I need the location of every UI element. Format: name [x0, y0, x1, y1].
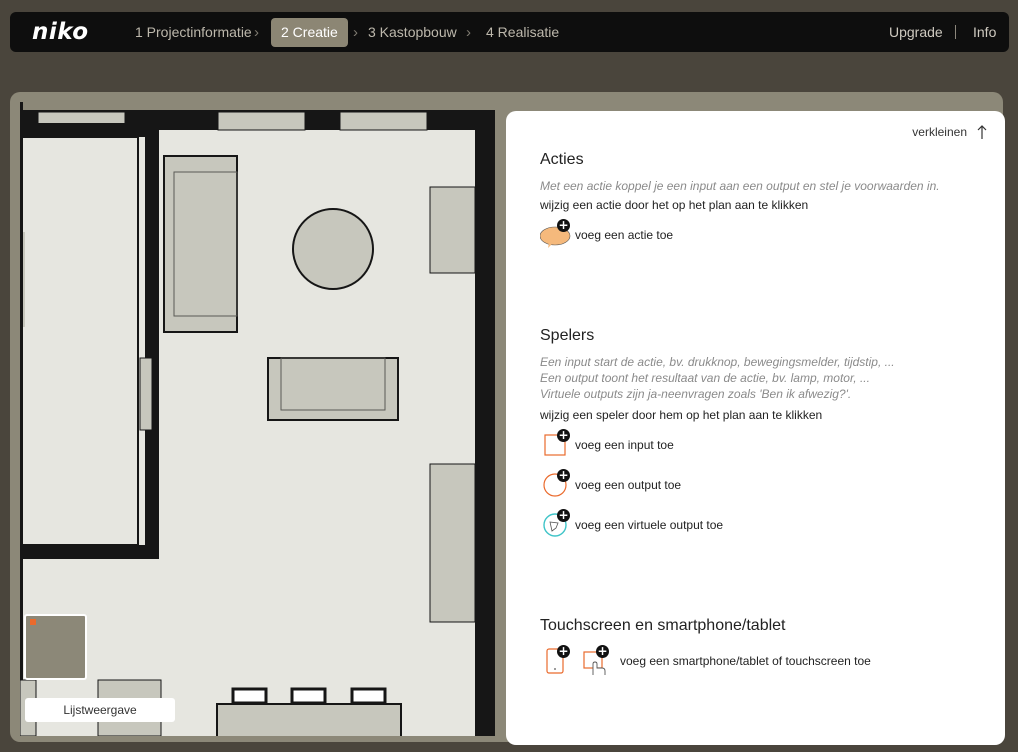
list-view-button[interactable]: Lijstweergave [25, 698, 175, 722]
info-link[interactable]: Info [973, 18, 996, 47]
thumbnail-marker [30, 619, 36, 625]
plus-icon: + [596, 644, 609, 658]
plus-icon: + [557, 428, 570, 442]
floor-plan-drawing [20, 102, 568, 736]
add-output-button[interactable]: + voeg een output toe [540, 469, 740, 497]
acties-hint: wijzig een actie door het op het plan aa… [540, 198, 809, 212]
chevron-right-icon: › [254, 24, 259, 41]
acties-description: Met een actie koppel je een input aan ee… [540, 179, 940, 193]
step-kastopbouw[interactable]: 3 Kastopbouw [368, 18, 457, 47]
spelers-description-virtual: Virtuele outputs zijn ja-neenvragen zoal… [540, 387, 852, 401]
arrow-up-icon[interactable] [977, 124, 987, 140]
add-touchscreen-label: voeg een smartphone/tablet of touchscree… [620, 654, 871, 668]
add-input-button[interactable]: + voeg een input toe [540, 429, 740, 457]
plus-icon: + [557, 468, 570, 482]
collapse-button[interactable]: verkleinen [912, 125, 967, 139]
step-realisatie[interactable]: 4 Realisatie [486, 18, 559, 47]
add-virtual-output-label: voeg een virtuele output toe [575, 518, 724, 532]
niko-logo[interactable]: niko [32, 19, 89, 45]
plus-icon: + [557, 644, 570, 658]
step-creatie[interactable]: 2 Creatie [271, 18, 348, 47]
step-projectinformatie[interactable]: 1 Projectinformatie [135, 18, 252, 47]
plan-thumbnail[interactable] [24, 614, 87, 680]
floor-plan[interactable] [20, 102, 568, 736]
spelers-hint: wijzig een speler door hem op het plan a… [540, 408, 823, 422]
add-action-button[interactable]: + voeg een actie toe [540, 218, 740, 248]
add-action-label: voeg een actie toe [575, 228, 674, 242]
add-output-label: voeg een output toe [575, 478, 682, 492]
touchscreen-title: Touchscreen en smartphone/tablet [540, 617, 786, 634]
creation-panel: verkleinen Acties Met een actie koppel j… [506, 111, 1005, 745]
nav-divider [955, 25, 956, 39]
plus-icon: + [557, 218, 570, 232]
plus-icon: + [557, 508, 570, 522]
add-virtual-output-button[interactable]: + voeg een virtuele output toe [540, 509, 760, 537]
upgrade-link[interactable]: Upgrade [889, 18, 943, 47]
chevron-right-icon: › [466, 24, 471, 41]
top-navigation-bar: niko 1 Projectinformatie › 2 Creatie › 3… [10, 12, 1009, 52]
add-input-label: voeg een input toe [575, 438, 674, 452]
spelers-title: Spelers [540, 327, 595, 344]
spelers-description-output: Een output toont het resultaat van de ac… [540, 371, 870, 385]
acties-title: Acties [540, 151, 584, 168]
spelers-description-input: Een input start de actie, bv. drukknop, … [540, 355, 895, 369]
add-touchscreen-button[interactable]: + + voeg een smartphone/tablet of touchs… [540, 644, 900, 675]
chevron-right-icon: › [353, 24, 358, 41]
